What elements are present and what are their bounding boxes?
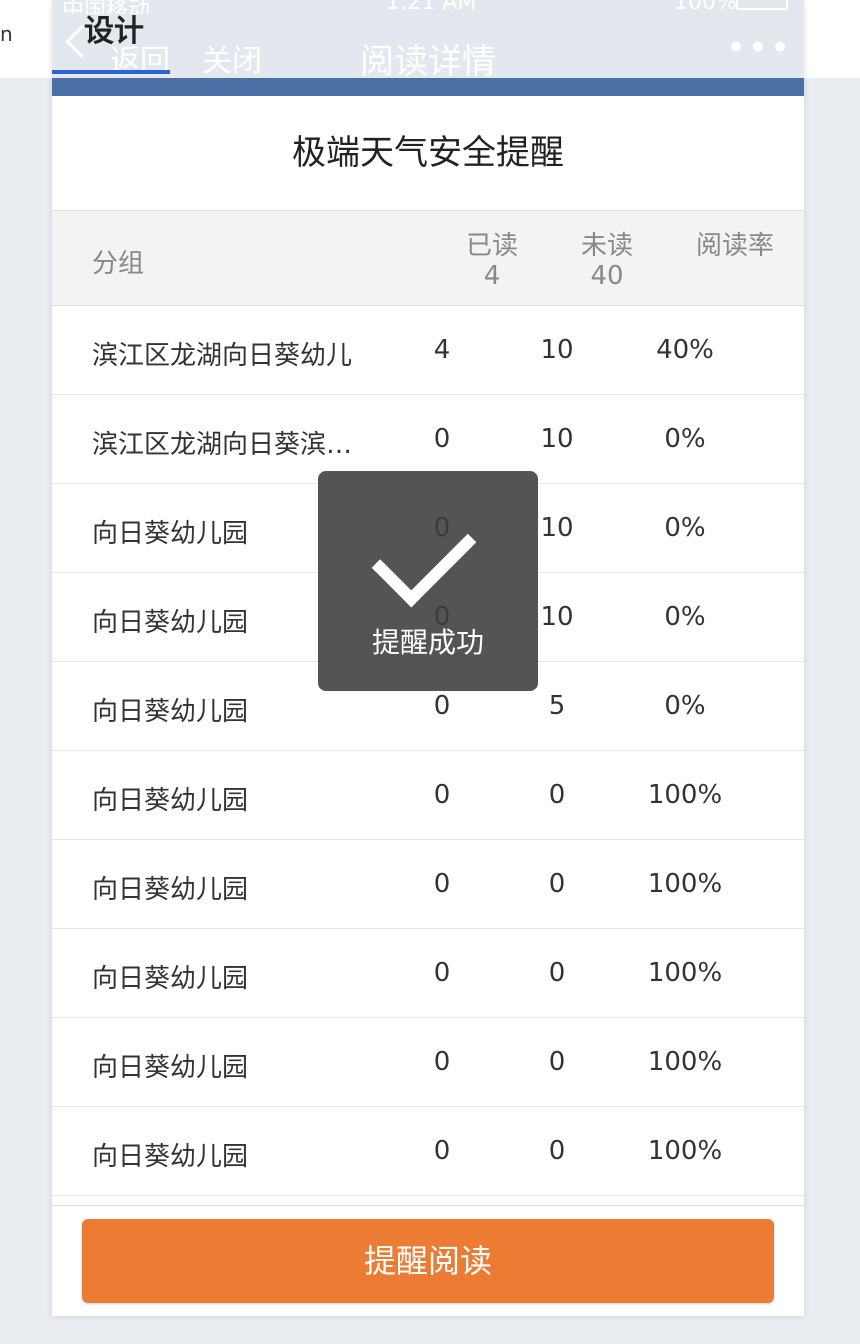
row-read: 0 — [433, 1136, 451, 1166]
row-rate: 100% — [647, 780, 723, 810]
row-group-name: 滨江区龙湖向日葵滨… — [92, 430, 353, 460]
table-row[interactable]: 滨江区龙湖向日葵幼儿 4 10 40% — [52, 305, 804, 395]
row-unread: 0 — [548, 1047, 566, 1077]
row-group-name: 向日葵幼儿园 — [92, 786, 249, 816]
page-title: 极端天气安全提醒 — [292, 133, 564, 173]
row-group-name: 向日葵幼儿园 — [92, 1053, 249, 1083]
table-row[interactable]: 向日葵幼儿园 0 0 100% — [52, 750, 804, 840]
row-rate: 0% — [664, 424, 706, 454]
header-unread-total: 40 — [590, 261, 624, 291]
success-toast: 提醒成功 — [318, 471, 538, 691]
battery-icon — [736, 0, 788, 10]
row-group-name: 向日葵幼儿园 — [92, 964, 249, 994]
outer-right-edge — [804, 0, 860, 78]
row-read: 0 — [433, 691, 451, 721]
row-read: 0 — [433, 958, 451, 988]
row-unread: 0 — [548, 1136, 566, 1166]
table-header: 分组 已读 4 未读 40 阅读率 — [52, 210, 804, 306]
header-read-total: 4 — [483, 261, 501, 291]
row-rate: 100% — [647, 869, 723, 899]
header-group: 分组 — [92, 249, 145, 279]
row-rate: 100% — [647, 1136, 723, 1166]
header-unread-label: 未读 — [580, 231, 633, 261]
phone-screen: 中国移动 1:21 AM 100% 返回 关闭 阅读详情 ••• 极端天气安全提… — [52, 0, 804, 1316]
row-group-name: 向日葵幼儿园 — [92, 875, 249, 905]
header-rate-label: 阅读率 — [695, 231, 774, 261]
table-row[interactable]: 向日葵幼儿园 0 0 100% — [52, 1106, 804, 1196]
row-read: 0 — [433, 1047, 451, 1077]
battery-label: 100% — [674, 0, 737, 14]
row-unread: 10 — [540, 335, 574, 365]
row-group-name: 滨江区龙湖向日葵幼儿 — [92, 341, 353, 371]
header-read-label: 已读 — [465, 231, 518, 261]
outer-left-fragment: n — [0, 22, 13, 46]
table-row[interactable]: 向日葵幼儿园 0 0 100% — [52, 928, 804, 1018]
checkmark-icon — [371, 502, 477, 608]
table-row[interactable]: 向日葵幼儿园 0 0 100% — [52, 839, 804, 929]
tab-design[interactable]: 设计 — [84, 6, 144, 50]
row-unread: 0 — [548, 780, 566, 810]
row-unread: 10 — [540, 424, 574, 454]
status-bar: 中国移动 1:21 AM 100% — [52, 0, 804, 14]
nav-title: 阅读详情 — [360, 42, 496, 82]
row-read: 0 — [433, 869, 451, 899]
row-read: 0 — [433, 780, 451, 810]
row-unread: 0 — [548, 869, 566, 899]
footer-divider — [52, 1205, 804, 1206]
row-group-name: 向日葵幼儿园 — [92, 697, 249, 727]
toast-message: 提醒成功 — [371, 626, 484, 659]
row-rate: 0% — [664, 691, 706, 721]
close-button[interactable]: 关闭 — [202, 36, 262, 80]
more-icon[interactable]: ••• — [726, 28, 792, 68]
row-rate: 100% — [647, 1047, 723, 1077]
row-unread: 5 — [548, 691, 566, 721]
row-read: 4 — [433, 335, 451, 365]
status-time: 1:21 AM — [386, 0, 477, 14]
row-rate: 100% — [647, 958, 723, 988]
remind-read-button[interactable]: 提醒阅读 — [82, 1219, 774, 1303]
row-rate: 40% — [656, 335, 714, 365]
row-unread: 0 — [548, 958, 566, 988]
tab-design-underline — [52, 70, 170, 74]
row-group-name: 向日葵幼儿园 — [92, 1142, 249, 1172]
outer-left-edge: n — [0, 0, 52, 78]
table-row[interactable]: 向日葵幼儿园 0 0 100% — [52, 1017, 804, 1107]
accent-bar — [52, 78, 804, 96]
nav-bar: 返回 关闭 阅读详情 ••• — [52, 14, 804, 82]
row-rate: 0% — [664, 602, 706, 632]
row-rate: 0% — [664, 513, 706, 543]
row-read: 0 — [433, 424, 451, 454]
